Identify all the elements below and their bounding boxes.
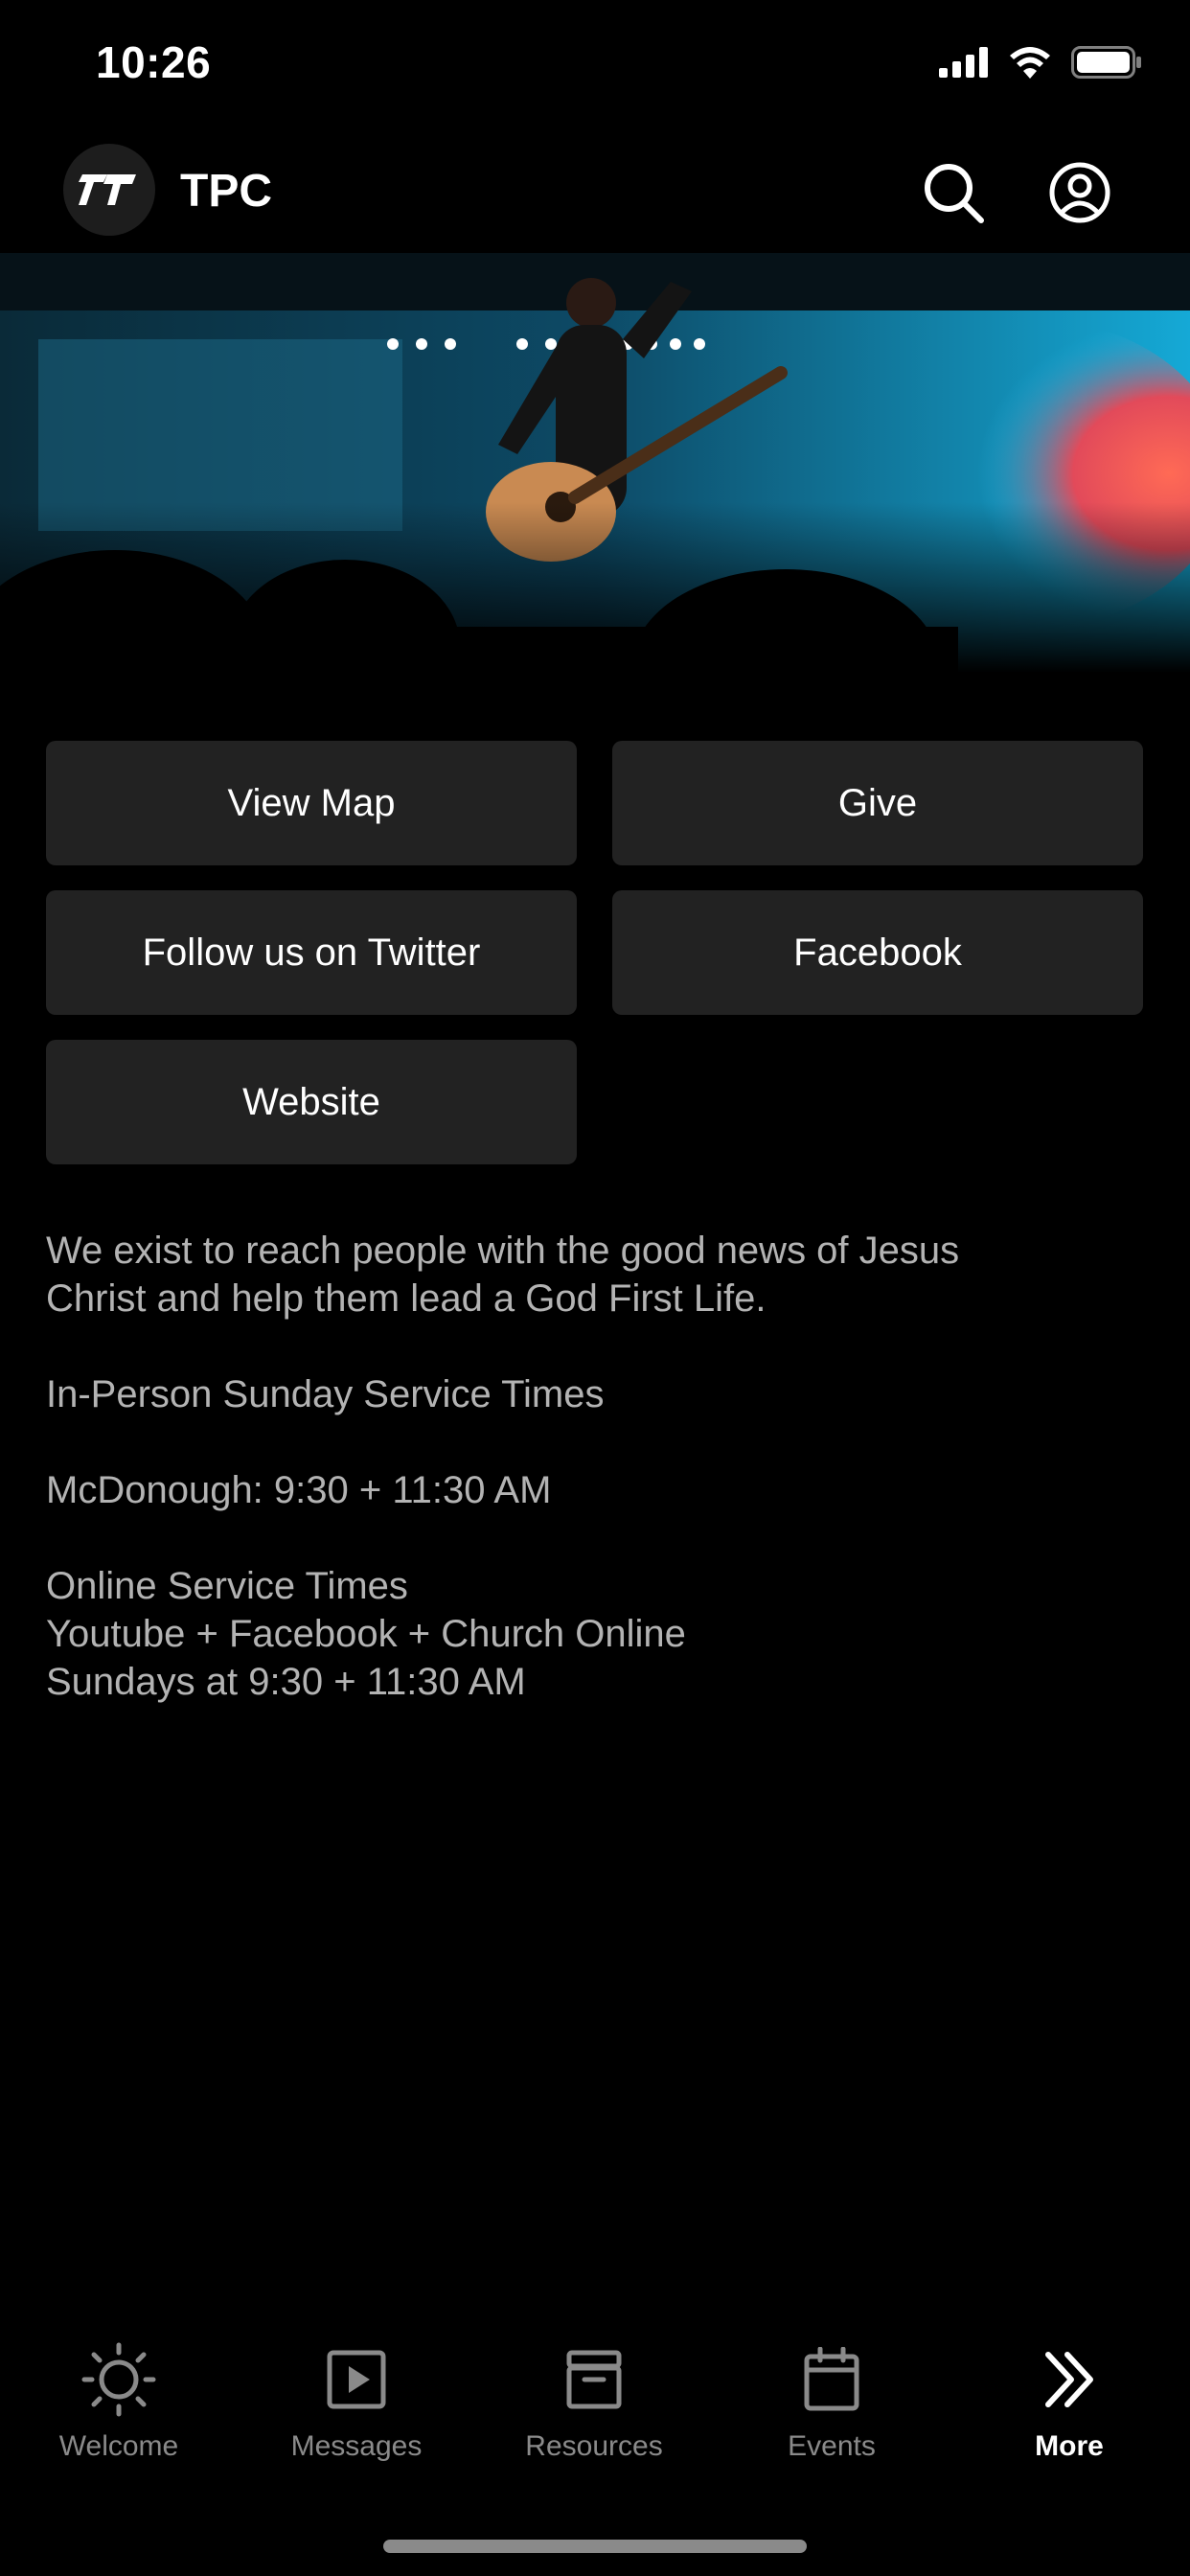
about-text: We exist to reach people with the good n…: [46, 1227, 1148, 1706]
view-map-button[interactable]: View Map: [46, 741, 577, 865]
tab-label: Resources: [525, 2430, 663, 2462]
double-chevron-right-icon: [1045, 2352, 1093, 2407]
user-circle-icon: [1049, 162, 1110, 223]
wifi-icon: [1010, 47, 1050, 79]
battery-icon: [1071, 46, 1141, 79]
tab-label: More: [1035, 2430, 1104, 2462]
hero-image: [0, 253, 1190, 673]
mcdonough-times: McDonough: 9:30 + 11:30 AM: [46, 1469, 552, 1511]
tab-events[interactable]: Events: [713, 2329, 950, 2463]
service-heading: In-Person Sunday Service Times: [46, 1373, 605, 1415]
status-time: 10:26: [96, 37, 212, 87]
account-button[interactable]: [1044, 157, 1115, 228]
status-icons: [939, 46, 1142, 79]
home-indicator[interactable]: [383, 2540, 807, 2553]
tab-label: Events: [788, 2430, 876, 2462]
tab-messages[interactable]: Messages: [238, 2329, 475, 2463]
calendar-icon: [804, 2347, 859, 2411]
tab-resources[interactable]: Resources: [475, 2329, 713, 2463]
twitter-button[interactable]: Follow us on Twitter: [46, 890, 577, 1015]
search-button[interactable]: [918, 157, 989, 228]
app-header: TPC: [0, 134, 1190, 253]
website-button[interactable]: Website: [46, 1040, 577, 1164]
cellular-signal-icon: [939, 47, 988, 78]
online-times: Online Service Times Youtube + Facebook …: [46, 1565, 686, 1703]
status-bar: 10:26: [0, 0, 1190, 134]
app-title: TPC: [180, 166, 272, 217]
archive-box-icon: [566, 2350, 622, 2409]
mission-text: We exist to reach people with the good n…: [46, 1230, 960, 1320]
sun-icon: [81, 2342, 156, 2417]
facebook-button[interactable]: Facebook: [612, 890, 1143, 1015]
tab-label: Welcome: [58, 2430, 179, 2462]
give-button[interactable]: Give: [612, 741, 1143, 865]
tab-bar: Welcome Messages Resources Events More: [0, 2329, 1190, 2511]
search-icon: [925, 164, 984, 223]
tpc-logo-icon[interactable]: [63, 144, 155, 236]
tab-label: Messages: [290, 2430, 423, 2462]
play-square-icon: [327, 2350, 386, 2409]
tab-more[interactable]: More: [950, 2329, 1188, 2463]
tab-welcome[interactable]: Welcome: [0, 2329, 238, 2463]
